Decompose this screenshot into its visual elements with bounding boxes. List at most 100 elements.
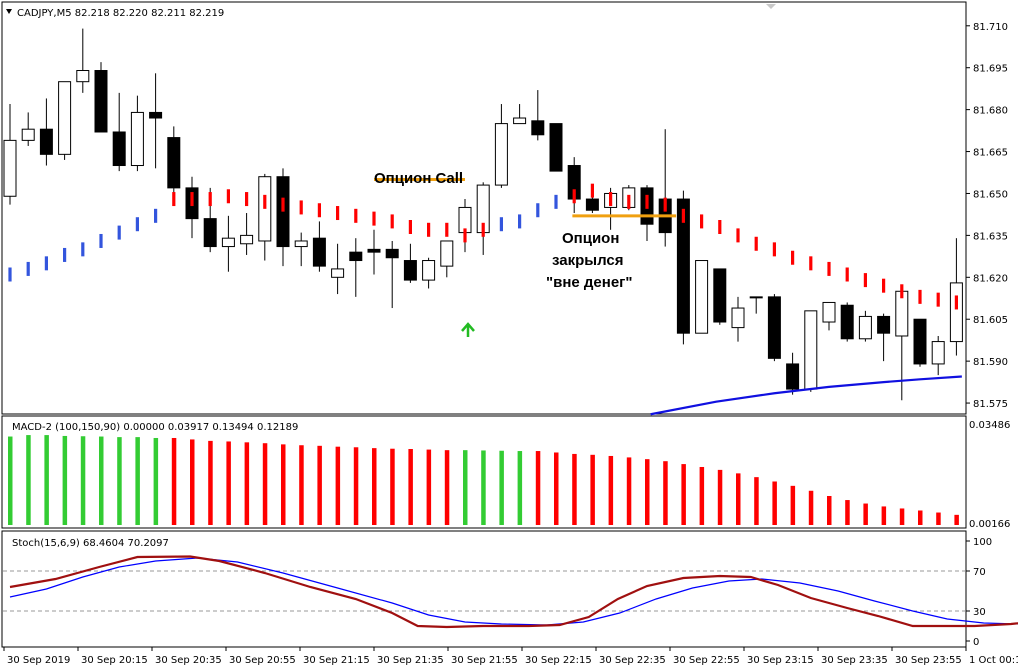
candle bbox=[731, 296, 745, 342]
green-up-arrow-icon bbox=[461, 322, 475, 337]
candle bbox=[185, 176, 199, 239]
price-tick-label: 81.695 bbox=[973, 64, 1008, 75]
time-tick-label: 30 Sep 22:35 bbox=[599, 655, 666, 666]
stoch-tick-label: 30 bbox=[973, 607, 986, 618]
macd-bar bbox=[80, 436, 86, 525]
macd-bar bbox=[499, 450, 504, 525]
macd-bar bbox=[62, 435, 68, 525]
macd-bar bbox=[190, 439, 195, 525]
macd-bar bbox=[936, 512, 941, 525]
bearish-candle-body bbox=[877, 315, 891, 334]
bearish-candle-body bbox=[913, 318, 927, 365]
time-tick-label: 30 Sep 22:55 bbox=[673, 655, 740, 666]
bearish-candle-body bbox=[549, 123, 563, 172]
stoch-tick-label: 70 bbox=[973, 567, 986, 578]
macd-bar bbox=[226, 441, 231, 525]
candle bbox=[858, 310, 872, 342]
bearish-candle-body bbox=[167, 137, 181, 189]
main-header: CADJPY,M5 82.218 82.220 82.211 82.219 bbox=[6, 8, 224, 19]
stoch-tick-label: 0 bbox=[973, 637, 979, 648]
time-tick-label: 30 Sep 2019 bbox=[7, 655, 70, 666]
bullish-candle-body bbox=[731, 307, 745, 329]
price-tick-label: 81.605 bbox=[973, 315, 1008, 326]
bullish-candle-body bbox=[240, 234, 254, 245]
annotation-closed-line2: закрылся bbox=[552, 252, 624, 269]
time-tick-label: 30 Sep 20:35 bbox=[155, 655, 222, 666]
bearish-candle-body bbox=[39, 128, 53, 155]
bullish-candle-body bbox=[3, 139, 17, 197]
candle bbox=[786, 352, 800, 395]
macd-bar bbox=[99, 436, 104, 525]
bearish-candle-body bbox=[312, 237, 326, 267]
macd-bar bbox=[26, 435, 31, 525]
candle bbox=[331, 243, 345, 295]
annotation-call: Опцион Call bbox=[374, 170, 463, 187]
candle bbox=[276, 168, 290, 267]
candle bbox=[221, 215, 235, 272]
time-tick-label: 30 Sep 23:35 bbox=[821, 655, 888, 666]
bearish-candle-body bbox=[585, 198, 599, 211]
candle bbox=[549, 123, 563, 172]
bearish-candle-body bbox=[112, 131, 126, 167]
candle bbox=[403, 243, 417, 283]
macd-bar bbox=[444, 450, 450, 525]
macd-bar bbox=[790, 485, 796, 525]
candle bbox=[240, 213, 254, 255]
macd-bar bbox=[608, 455, 614, 525]
macd-axis-bottom: 0.00166 bbox=[969, 519, 1010, 530]
macd-bar bbox=[408, 449, 413, 525]
macd-bar bbox=[899, 508, 905, 525]
candle bbox=[840, 302, 854, 342]
macd-bar bbox=[736, 473, 741, 525]
bearish-candle-body bbox=[403, 260, 417, 281]
candle bbox=[385, 240, 399, 309]
macd-bar bbox=[590, 454, 595, 525]
candle bbox=[312, 221, 326, 272]
bullish-candle-body bbox=[440, 240, 454, 267]
candle bbox=[695, 260, 709, 334]
macd-bar bbox=[335, 446, 341, 525]
bullish-candle-body bbox=[858, 315, 872, 340]
candle bbox=[895, 290, 909, 401]
bullish-candle-body bbox=[331, 268, 345, 278]
candle bbox=[658, 129, 672, 247]
chart-window: 10070300 81.71081.69581.68081.66581.6508… bbox=[1, 1, 1018, 666]
bearish-candle-body bbox=[203, 218, 217, 248]
price-tick-label: 81.635 bbox=[973, 231, 1008, 242]
price-tick-label: 81.620 bbox=[973, 273, 1008, 284]
candle bbox=[440, 240, 454, 278]
bullish-candle-body bbox=[58, 81, 72, 155]
candle bbox=[531, 90, 545, 141]
stoch-main-line bbox=[9, 555, 1018, 629]
candle bbox=[130, 95, 144, 172]
time-tick-label: 30 Sep 21:55 bbox=[451, 655, 518, 666]
stoch-signal-line bbox=[9, 557, 1018, 626]
bearish-candle-body bbox=[531, 120, 545, 136]
price-tick-label: 81.650 bbox=[973, 189, 1008, 200]
macd-bar bbox=[8, 436, 13, 525]
macd-bar bbox=[699, 466, 705, 525]
macd-bar bbox=[808, 490, 814, 525]
candle bbox=[112, 92, 126, 172]
time-tick-label: 30 Sep 22:15 bbox=[525, 655, 592, 666]
candle bbox=[3, 104, 17, 205]
bullish-candle-body bbox=[221, 237, 235, 248]
macd-bar bbox=[626, 457, 632, 525]
macd-bar bbox=[918, 510, 923, 525]
bullish-candle-body bbox=[749, 296, 763, 299]
bearish-candle-body bbox=[94, 70, 108, 133]
macd-bar bbox=[153, 437, 159, 525]
candle bbox=[749, 296, 763, 314]
macd-bar bbox=[372, 448, 377, 525]
bearish-candle-body bbox=[349, 251, 363, 262]
candle bbox=[877, 313, 891, 362]
symbol-quote-header: CADJPY,M5 82.218 82.220 82.211 82.219 bbox=[17, 8, 224, 19]
candle bbox=[58, 81, 72, 160]
candle bbox=[21, 112, 35, 146]
macd-bar bbox=[117, 437, 122, 525]
bullish-candle-body bbox=[949, 282, 963, 343]
bullish-candle-body bbox=[804, 310, 818, 390]
bearish-candle-body bbox=[367, 248, 381, 253]
triangle-down-icon[interactable] bbox=[6, 9, 12, 14]
bearish-candle-body bbox=[385, 248, 399, 259]
